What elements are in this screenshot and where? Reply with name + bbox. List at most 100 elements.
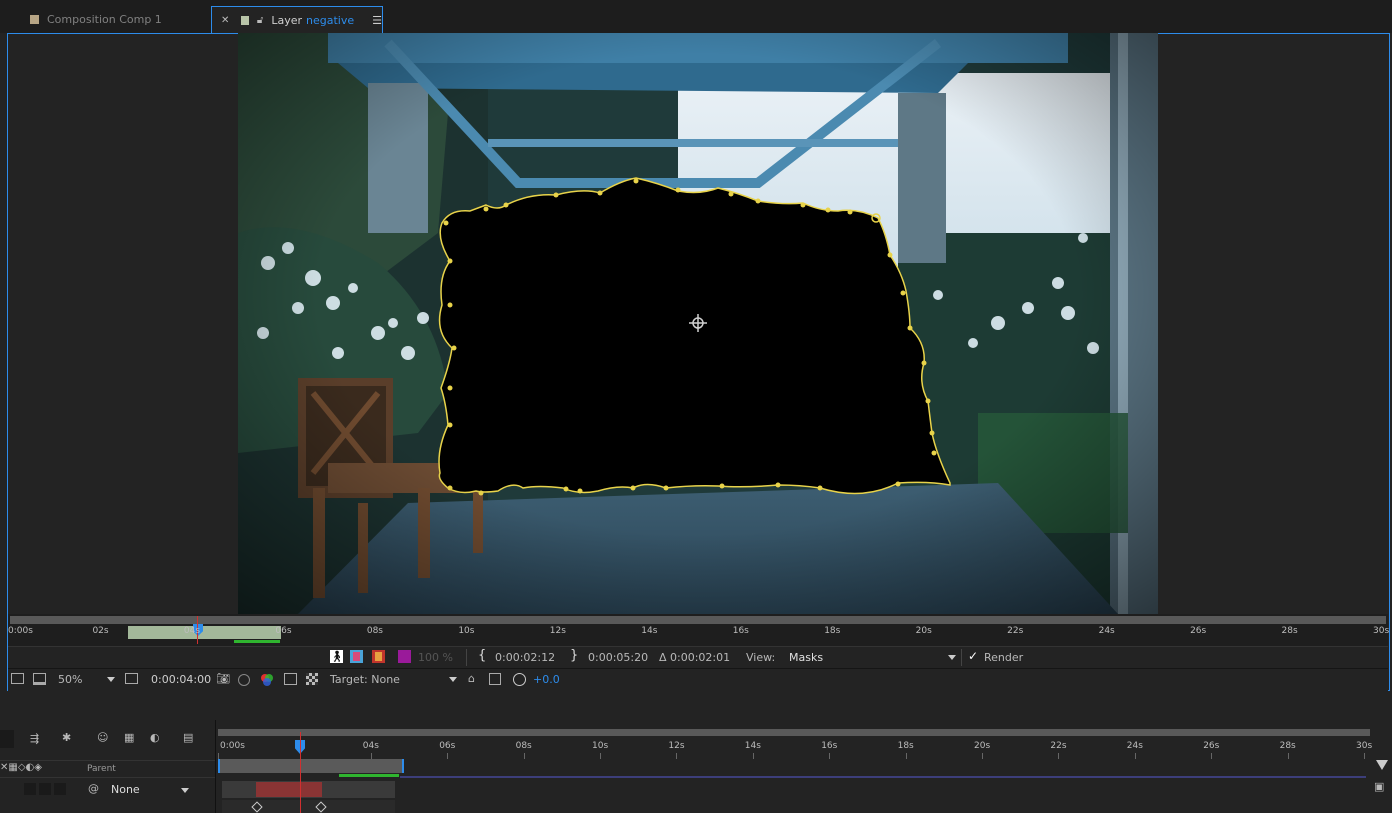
render-checkbox[interactable]: ✓: [968, 649, 978, 663]
tab-composition-label: Composition Comp 1: [47, 13, 162, 26]
time-ruler-label: 04s: [183, 626, 201, 636]
layer-switch-box[interactable]: [54, 783, 66, 795]
timeline-ruler-tick: [1364, 753, 1365, 759]
timeline-ruler-label: 30s: [1356, 741, 1373, 751]
zoom-dropdown-chevron-icon[interactable]: [107, 677, 115, 682]
current-timecode[interactable]: 0:00:04:00: [151, 673, 211, 686]
panel-menu-icon[interactable]: ☰: [372, 14, 382, 27]
timeline-ruler-label: 22s: [1050, 741, 1067, 751]
work-area-range[interactable]: [128, 626, 281, 639]
cached-frames-bar: [339, 774, 399, 777]
timeline-ruler-label: 04s: [362, 741, 379, 751]
graph-editor-icon[interactable]: ▤: [183, 731, 193, 744]
close-tab-icon[interactable]: ✕: [221, 15, 229, 26]
layer-switches-icons: ✕▦◇◐◈: [0, 762, 42, 773]
layer-columns-header: ✕▦◇◐◈ Parent: [0, 760, 215, 778]
in-point-icon[interactable]: {: [478, 648, 486, 663]
layer-toolbar: ⇶ ✱ ☺ ▦ ◐ ▤: [0, 730, 215, 750]
always-preview-icon[interactable]: [11, 673, 24, 684]
layer-image-canvas[interactable]: [238, 33, 1158, 614]
layer-color-swatch: [241, 15, 249, 25]
open-comp-icon[interactable]: [489, 673, 501, 685]
zoom-value[interactable]: 50%: [58, 673, 82, 686]
time-navigator-bar[interactable]: [10, 616, 1386, 624]
view-dropdown[interactable]: Masks: [784, 648, 960, 667]
time-ruler-label: 16s: [732, 626, 749, 636]
toggle-mask-icon[interactable]: [284, 673, 297, 685]
timeline-ruler-label: 28s: [1279, 741, 1296, 751]
rgb-circles-icon: [261, 674, 273, 686]
composition-color-swatch: [30, 15, 39, 24]
walking-figure-icon[interactable]: 🚶︎: [330, 650, 344, 663]
layer-row[interactable]: @ None: [0, 780, 215, 800]
timeline-zoom-marker-icon[interactable]: [1376, 760, 1388, 770]
time-ruler-label: 18s: [824, 626, 841, 636]
motion-blur-icon[interactable]: ◐: [150, 731, 160, 744]
tab-layer-negative[interactable]: ✕ 🔓︎ Layer negative ☰: [211, 6, 383, 33]
time-ruler-label: 22s: [1007, 626, 1024, 636]
time-ruler-label: 10s: [458, 626, 475, 636]
divider: [466, 649, 467, 666]
time-ruler-label: 20s: [915, 626, 932, 636]
monitor-icon[interactable]: [33, 673, 46, 685]
parent-column-header: Parent: [87, 764, 116, 774]
exposure-value[interactable]: +0.0: [533, 673, 560, 686]
parent-pickwhip-icon[interactable]: @: [88, 782, 99, 795]
timeline-ruler-label: 18s: [897, 741, 914, 751]
comp-button-icon[interactable]: ▣: [1374, 780, 1384, 793]
timeline-ruler-label: 12s: [668, 741, 685, 751]
timeline-ruler-label: 08s: [515, 741, 532, 751]
exposure-reset-icon[interactable]: [513, 673, 526, 686]
time-ruler-label: 28s: [1281, 626, 1298, 636]
layer-switch-box[interactable]: [39, 783, 51, 795]
in-point-timecode[interactable]: 0:00:02:12: [495, 651, 555, 664]
timeline-ruler-tick: [1287, 753, 1289, 759]
timeline-ruler-tick: [447, 753, 449, 759]
out-point-timecode[interactable]: 0:00:05:20: [588, 651, 648, 664]
draft-3d-icon[interactable]: ✱: [62, 731, 71, 744]
layer-switch-box[interactable]: [24, 783, 36, 795]
timeline-ruler-tick: [1134, 753, 1136, 759]
shy-layers-icon[interactable]: ☺: [97, 731, 108, 744]
keyframe-row: [222, 800, 395, 813]
mask-invert-icon[interactable]: [372, 650, 385, 663]
timeline-ruler-label: 20s: [974, 741, 991, 751]
target-dropdown-chevron-icon[interactable]: [449, 677, 457, 682]
layer-viewer-options-bar: 🚶︎ 100 % { 0:00:02:12 } 0:00:05:20 Δ 0:0…: [8, 646, 1388, 668]
timeline-ruler-label: 14s: [744, 741, 761, 751]
timeline-ruler-tick: [1058, 753, 1060, 759]
color-channels-icon[interactable]: [260, 673, 273, 686]
target-label[interactable]: Target: None: [330, 673, 400, 686]
snapshot-camera-icon[interactable]: 📷︎: [216, 672, 230, 685]
layer-tab-name: negative: [306, 13, 355, 27]
timeline-panel: ⇶ ✱ ☺ ▦ ◐ ▤ ✕▦◇◐◈ Parent @ None 0:00s 04s…: [0, 720, 1392, 813]
reset-view-icon[interactable]: ⌂: [468, 672, 475, 685]
comp-flowchart-icon[interactable]: ⇶: [30, 732, 39, 745]
lock-icon[interactable]: 🔓︎: [257, 15, 263, 26]
time-ruler-label: 14s: [641, 626, 658, 636]
mask-color-swatch[interactable]: [398, 650, 411, 663]
tab-composition-comp1[interactable]: Composition Comp 1: [30, 6, 162, 33]
timeline-ruler-label: 0:00s: [220, 741, 245, 751]
time-ruler-label: 0:00s: [8, 626, 33, 636]
parent-dropdown-chevron-icon[interactable]: [181, 788, 189, 793]
time-ruler-label: 30s: [1373, 626, 1390, 636]
region-of-interest-icon[interactable]: [125, 673, 138, 684]
mask-feather-icon[interactable]: [350, 650, 363, 663]
time-ruler-label: 06s: [275, 626, 292, 636]
timeline-time-ruler[interactable]: 0:00s 04s 06s 08s 10s 12s 14s 16s 18s 20s 22s 24s 26…: [218, 720, 1378, 760]
transparency-grid-icon[interactable]: [306, 673, 318, 685]
show-snapshot-icon[interactable]: [238, 674, 250, 686]
out-point-icon[interactable]: }: [570, 648, 578, 663]
layer-tab-prefix: Layer: [271, 13, 303, 27]
layer-selected-segment[interactable]: [256, 782, 322, 797]
duration-timecode: Δ 0:00:02:01: [659, 651, 731, 664]
parent-dropdown-value[interactable]: None: [111, 783, 140, 796]
frame-blending-icon[interactable]: ▦: [124, 731, 134, 744]
opacity-value[interactable]: 100 %: [418, 651, 453, 664]
layer-time-navigator[interactable]: 0:00s 02s 04s 06s 08s 10s 12s 14s 16s 18s 20s 22s 24…: [8, 614, 1390, 648]
timeline-ruler-label: 10s: [592, 741, 609, 751]
work-area-bar[interactable]: [218, 759, 404, 773]
time-ruler-label: 26s: [1190, 626, 1207, 636]
playhead-line: [300, 732, 301, 813]
